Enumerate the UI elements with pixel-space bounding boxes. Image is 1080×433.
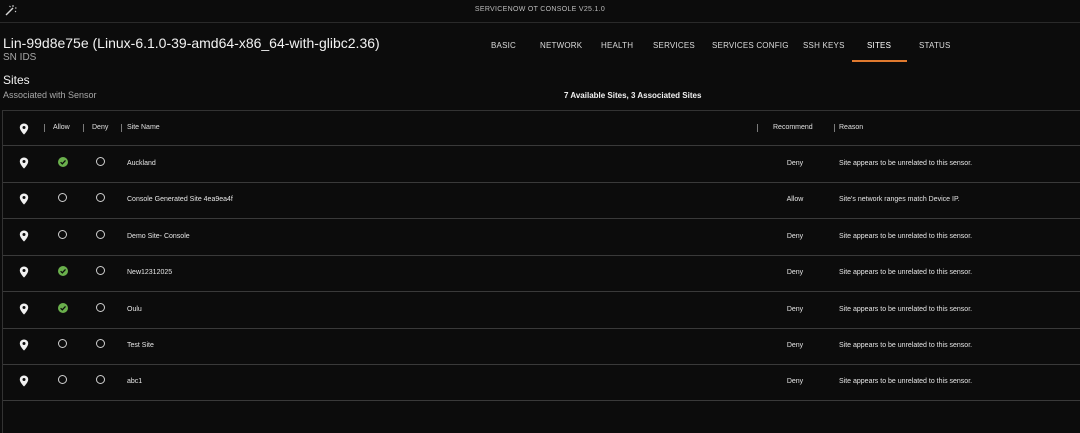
recommend-value: Deny: [786, 269, 804, 277]
site-name: Demo Site- Console: [127, 232, 190, 240]
allow-radio[interactable]: [58, 339, 67, 348]
deny-radio[interactable]: [96, 193, 105, 203]
site-name: New12312025: [127, 269, 173, 277]
site-name: abc1: [127, 378, 143, 386]
reason-text: Site appears to be unrelated to this sen…: [839, 378, 973, 386]
location-pin-icon[interactable]: [19, 193, 29, 205]
table-header: Allow Deny Site Name Recommend Reason: [3, 111, 1080, 146]
deny-radio[interactable]: [96, 157, 105, 166]
tab-status[interactable]: STATUS: [919, 41, 951, 50]
location-pin-icon[interactable]: [19, 157, 29, 169]
location-pin-icon[interactable]: [19, 303, 29, 315]
column-separator: [757, 124, 758, 132]
title-bar: SERVICENOW OT CONSOLE V25.1.0: [0, 0, 1080, 23]
recommend-value: Deny: [786, 160, 804, 167]
deny-radio[interactable]: [96, 339, 105, 348]
table-row[interactable]: Test Site Deny Site appears to be unrelate…: [3, 328, 1080, 365]
column-separator: [44, 124, 45, 132]
check-circle-icon[interactable]: [58, 302, 68, 313]
deny-radio[interactable]: [96, 266, 105, 276]
table-row[interactable]: Console Generated Site 4ea9ea4f Allow Site…: [3, 182, 1080, 220]
site-name: Oulu: [127, 305, 142, 313]
section-title: Sites: [3, 73, 30, 87]
header-reason[interactable]: Reason: [839, 124, 863, 131]
page-header: Lin-99d8e75e (Linux-6.1.0-39-amd64-x86_6…: [0, 23, 1080, 68]
header-allow[interactable]: Allow: [53, 124, 70, 131]
recommend-value: Deny: [786, 305, 804, 313]
allow-radio[interactable]: [58, 193, 67, 203]
tab-sites[interactable]: SITES: [867, 41, 891, 50]
tab-basic[interactable]: BASIC: [491, 41, 516, 50]
location-pin-icon[interactable]: [19, 375, 29, 387]
site-name: Auckland: [127, 160, 156, 167]
check-circle-icon[interactable]: [58, 266, 68, 277]
location-pin-icon[interactable]: [19, 266, 29, 278]
column-separator: [834, 124, 835, 132]
header-deny[interactable]: Deny: [92, 124, 108, 131]
recommend-value: Deny: [786, 378, 804, 386]
location-pin-icon[interactable]: [19, 230, 29, 242]
reason-text: Site appears to be unrelated to this sen…: [839, 305, 973, 313]
table-row[interactable]: Auckland Deny Site appears to be unrelated…: [3, 146, 1080, 183]
header-recommend[interactable]: Recommend: [773, 124, 813, 131]
reason-text: Site's network ranges match Device IP.: [839, 196, 960, 204]
allow-radio[interactable]: [58, 229, 67, 239]
reason-text: Site appears to be unrelated to this sen…: [839, 269, 973, 277]
recommend-value: Deny: [786, 342, 804, 349]
site-name: Test Site: [127, 342, 154, 349]
deny-radio[interactable]: [96, 375, 105, 385]
tab-health[interactable]: HEALTH: [601, 41, 633, 50]
deny-radio[interactable]: [96, 302, 105, 312]
column-separator: [83, 124, 84, 132]
reason-text: Site appears to be unrelated to this sen…: [839, 342, 973, 349]
site-name: Console Generated Site 4ea9ea4f: [127, 196, 233, 204]
location-pin-icon[interactable]: [19, 339, 29, 351]
section-subtitle: Associated with Sensor: [3, 90, 97, 100]
tab-services-config[interactable]: SERVICES CONFIG: [712, 41, 789, 50]
table-row[interactable]: Demo Site- Console Deny Site appears to be…: [3, 219, 1080, 256]
table-row[interactable]: abc1 Deny Site appears to be unrelated to …: [3, 364, 1080, 402]
tab-services[interactable]: SERVICES: [653, 41, 695, 50]
nav-tabs: BASIC NETWORK HEALTH SERVICES SERVICES C…: [0, 41, 1080, 63]
reason-text: Site appears to be unrelated to this sen…: [839, 160, 973, 167]
column-separator: [121, 124, 122, 132]
location-pin-icon: [19, 123, 29, 135]
deny-radio[interactable]: [96, 229, 105, 239]
sites-table: Allow Deny Site Name Recommend Reason Au…: [2, 110, 1080, 433]
header-site-name[interactable]: Site Name: [127, 124, 160, 131]
table-row[interactable]: Oulu Deny Site appears to be unrelated to …: [3, 292, 1080, 329]
tab-ssh-keys[interactable]: SSH KEYS: [803, 41, 845, 50]
recommend-value: Deny: [786, 232, 804, 240]
allow-radio[interactable]: [58, 375, 67, 385]
tab-network[interactable]: NETWORK: [540, 41, 582, 50]
active-tab-indicator: [852, 60, 907, 62]
check-circle-icon[interactable]: [58, 157, 68, 167]
reason-text: Site appears to be unrelated to this sen…: [839, 232, 973, 240]
table-row[interactable]: New12312025 Deny Site appears to be unrela…: [3, 255, 1080, 293]
sites-summary: 7 Available Sites, 3 Associated Sites: [564, 91, 702, 100]
app-title: SERVICENOW OT CONSOLE V25.1.0: [474, 6, 606, 13]
recommend-value: Allow: [786, 196, 804, 204]
